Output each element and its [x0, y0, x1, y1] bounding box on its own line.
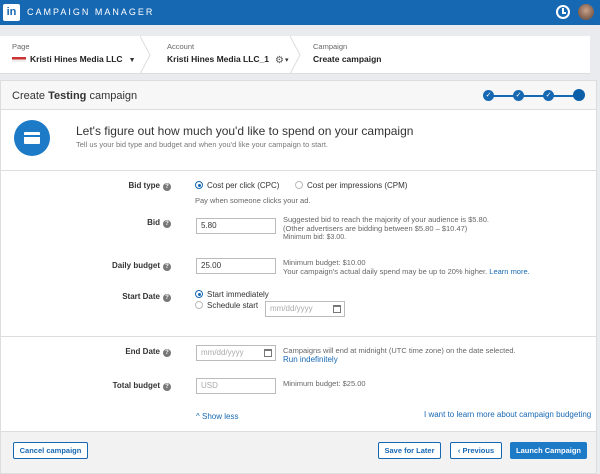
help-icon[interactable]: ?	[163, 294, 171, 302]
start-date-label: Start Date?	[1, 292, 171, 302]
bid-range-note: (Other advertisers are bidding between $…	[283, 224, 468, 233]
breadcrumb-account-label: Account	[167, 42, 195, 51]
start-immediately-radio[interactable]	[195, 290, 203, 298]
cpm-option-label[interactable]: Cost per impressions (CPM)	[307, 181, 407, 190]
daily-budget-label: Daily budget?	[1, 261, 171, 271]
step-4-current	[573, 89, 585, 101]
bid-label: Bid?	[1, 218, 171, 228]
help-icon[interactable]: ?	[163, 263, 171, 271]
bid-type-label: Bid type?	[1, 181, 171, 191]
calendar-icon[interactable]	[333, 305, 341, 313]
gear-icon[interactable]: ⚙	[275, 55, 284, 66]
section-divider	[1, 336, 596, 337]
title-prefix: Create	[12, 90, 46, 102]
intro-subtext: Tell us your bid type and budget and whe…	[76, 140, 329, 149]
help-icon[interactable]: ?	[163, 383, 171, 391]
breadcrumb-page-value: Kristi Hines Media LLC	[30, 54, 123, 64]
breadcrumb-account-value: Kristi Hines Media LLC_1	[167, 54, 270, 64]
cpm-radio[interactable]	[295, 181, 303, 189]
launch-campaign-button[interactable]: Launch Campaign	[510, 442, 587, 459]
bid-minimum-note: Minimum bid: $3.00.	[283, 234, 347, 241]
daily-budget-minimum-note: Minimum budget: $10.00	[283, 258, 366, 267]
calendar-icon[interactable]	[264, 349, 272, 357]
intro-heading: Let's figure out how much you'd like to …	[76, 124, 414, 138]
step-3-check-icon[interactable]: ✓	[543, 90, 554, 101]
run-indefinitely-link[interactable]: Run indefinitely	[283, 355, 338, 364]
card-header: Create Testing campaign ✓ ✓ ✓	[1, 81, 596, 110]
total-budget-input[interactable]: USD	[196, 378, 276, 394]
breadcrumb-campaign-value: Create campaign	[313, 54, 382, 64]
bid-input[interactable]: 5.80	[196, 218, 276, 234]
linkedin-logo-icon[interactable]: in	[3, 4, 20, 21]
daily-budget-input[interactable]: 25.00	[196, 258, 276, 274]
previous-button[interactable]: ‹ Previous	[450, 442, 502, 459]
learn-budgeting-link[interactable]: I want to learn more about campaign budg…	[424, 410, 591, 419]
breadcrumb-campaign-label: Campaign	[313, 42, 348, 51]
cpc-option-label[interactable]: Cost per click (CPC)	[207, 181, 279, 190]
intro-section: Let's figure out how much you'd like to …	[1, 111, 596, 171]
step-1-check-icon[interactable]: ✓	[483, 90, 494, 101]
clock-icon[interactable]	[556, 5, 570, 19]
progress-line	[488, 95, 578, 97]
page-title: Create Testing campaign	[12, 90, 137, 102]
start-immediately-label[interactable]: Start immediately	[207, 290, 269, 299]
breadcrumb-campaign: Campaign Create campaign	[313, 42, 382, 64]
title-suffix: campaign	[89, 90, 138, 102]
help-icon[interactable]: ?	[163, 183, 171, 191]
step-2-check-icon[interactable]: ✓	[513, 90, 524, 101]
cancel-campaign-button[interactable]: Cancel campaign	[13, 442, 88, 459]
breadcrumb-account[interactable]: Account Kristi Hines Media LLC_1 ⚙▾	[167, 42, 289, 66]
bid-suggestion-note: Suggested bid to reach the majority of y…	[283, 215, 489, 224]
footer-actions: Cancel campaign Save for Later ‹ Previou…	[1, 431, 596, 473]
help-icon[interactable]: ?	[163, 349, 171, 357]
cpc-radio[interactable]	[195, 181, 203, 189]
show-less-link[interactable]: ^ Show less	[196, 412, 238, 421]
page-logo-icon	[12, 57, 26, 63]
chevron-down-icon[interactable]: ▼	[129, 57, 136, 64]
user-avatar[interactable]	[578, 4, 594, 20]
start-date-input[interactable]: mm/dd/yyyy	[265, 301, 345, 317]
end-date-input[interactable]: mm/dd/yyyy	[196, 345, 276, 361]
chevron-down-icon[interactable]: ▾	[285, 56, 289, 64]
end-date-label: End Date?	[1, 347, 171, 357]
top-navigation-bar: in CAMPAIGN MANAGER	[0, 0, 600, 25]
progress-steps: ✓ ✓ ✓	[483, 89, 585, 102]
learn-more-link[interactable]: Learn more.	[489, 267, 529, 276]
save-for-later-button[interactable]: Save for Later	[378, 442, 441, 459]
help-icon[interactable]: ?	[163, 220, 171, 228]
breadcrumb-separator	[140, 36, 152, 74]
credit-card-icon	[14, 120, 50, 156]
bid-type-hint: Pay when someone clicks your ad.	[195, 196, 311, 205]
campaign-name: Testing	[48, 90, 87, 102]
total-budget-label: Total budget?	[1, 381, 171, 391]
breadcrumb-page-label: Page	[12, 42, 30, 51]
breadcrumb-separator	[290, 36, 302, 74]
schedule-start-radio[interactable]	[195, 301, 203, 309]
campaign-card: Create Testing campaign ✓ ✓ ✓ Let's figu…	[0, 80, 597, 474]
app-name: CAMPAIGN MANAGER	[27, 7, 155, 17]
breadcrumb-page[interactable]: Page Kristi Hines Media LLC ▼	[12, 42, 136, 64]
breadcrumb: Page Kristi Hines Media LLC ▼ Account Kri…	[0, 36, 590, 74]
schedule-start-label[interactable]: Schedule start	[207, 301, 258, 310]
end-date-note: Campaigns will end at midnight (UTC time…	[283, 346, 516, 355]
daily-budget-spend-note: Your campaign's actual daily spend may b…	[283, 267, 530, 276]
total-budget-minimum-note: Minimum budget: $25.00	[283, 379, 366, 388]
